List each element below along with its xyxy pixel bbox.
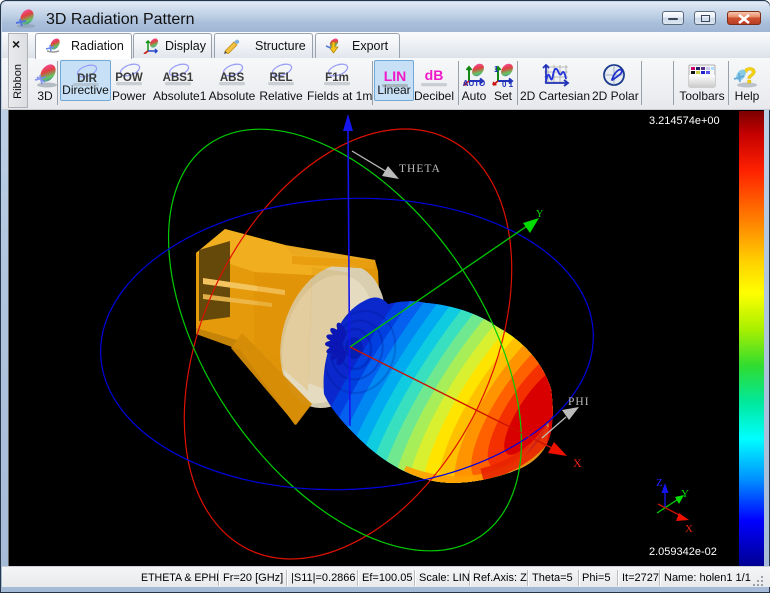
svg-text:X: X — [573, 456, 582, 470]
svg-text:POW: POW — [115, 72, 143, 84]
svg-text:X: X — [685, 523, 693, 535]
svg-text:1: 1 — [494, 65, 499, 74]
svg-text:LIN: LIN — [384, 68, 407, 84]
svg-text:Y: Y — [681, 488, 689, 500]
svg-text:ABS: ABS — [220, 72, 245, 84]
svg-text:Y: Y — [536, 209, 543, 220]
svg-text:Z: Z — [656, 477, 663, 489]
svg-text:dB: dB — [425, 67, 444, 83]
svg-text:ABS1: ABS1 — [163, 72, 194, 84]
svg-text:PHI: PHI — [568, 396, 590, 408]
svg-text:THETA: THETA — [399, 163, 441, 175]
svg-text:F1m: F1m — [325, 72, 349, 84]
svg-text:AUTO: AUTO — [463, 79, 486, 88]
svg-text:0 1: 0 1 — [502, 80, 514, 89]
svg-text:REL: REL — [270, 72, 293, 84]
